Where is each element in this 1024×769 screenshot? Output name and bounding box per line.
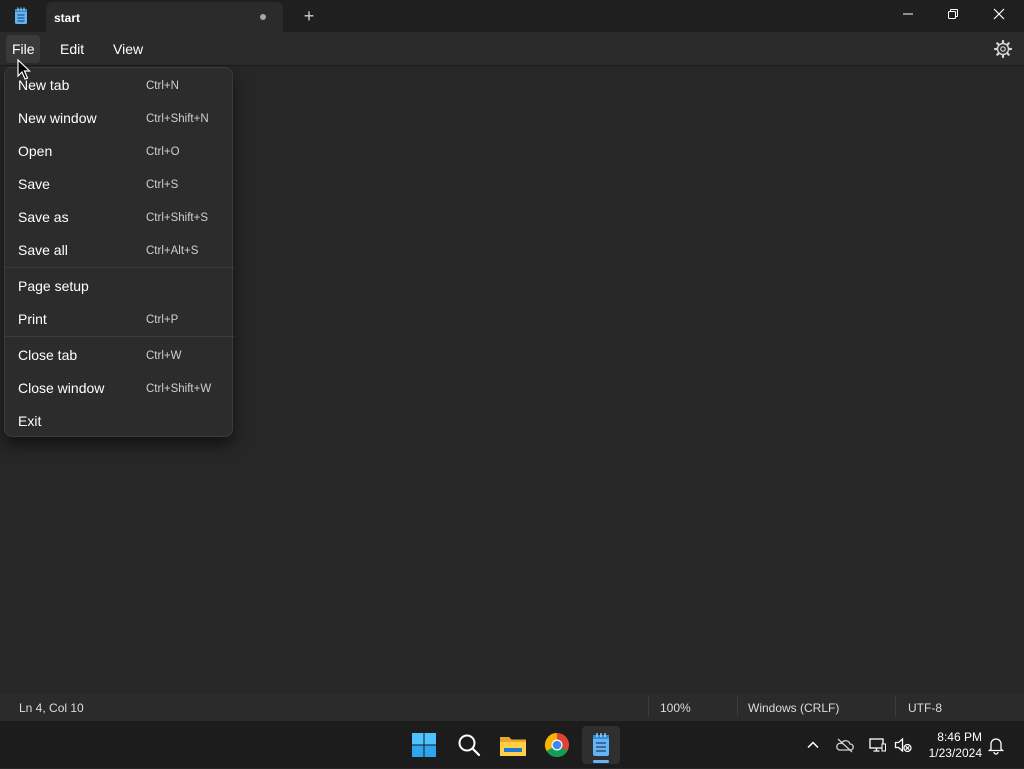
notepad-taskbar-button[interactable] bbox=[582, 726, 620, 764]
menu-item-save[interactable]: Save Ctrl+S bbox=[5, 169, 234, 200]
taskbar: 8:46 PM 1/23/2024 bbox=[0, 720, 1024, 768]
menu-view[interactable]: View bbox=[113, 40, 143, 60]
menu-item-new-window[interactable]: New window Ctrl+Shift+N bbox=[5, 103, 234, 134]
line-ending: Windows (CRLF) bbox=[748, 701, 840, 715]
menu-item-open[interactable]: Open Ctrl+O bbox=[5, 136, 234, 167]
menu-edit[interactable]: Edit bbox=[60, 40, 84, 60]
menu-item-label: Save bbox=[18, 176, 50, 192]
notification-bell-icon[interactable] bbox=[986, 735, 1006, 755]
status-separator bbox=[895, 697, 896, 716]
status-bar: Ln 4, Col 10 100% Windows (CRLF) UTF-8 bbox=[0, 693, 1024, 720]
encoding: UTF-8 bbox=[908, 701, 942, 715]
menu-item-label: Exit bbox=[18, 413, 42, 429]
zoom-level: 100% bbox=[660, 701, 691, 715]
menu-item-label: Print bbox=[18, 311, 47, 327]
chrome-icon bbox=[544, 733, 569, 758]
menu-item-close-tab[interactable]: Close tab Ctrl+W bbox=[5, 340, 234, 371]
menu-item-label: New window bbox=[18, 110, 97, 126]
menu-item-label: Close window bbox=[18, 380, 105, 396]
system-clock[interactable]: 8:46 PM 1/23/2024 bbox=[918, 729, 982, 761]
menu-item-shortcut: Ctrl+W bbox=[146, 350, 182, 362]
minimize-button[interactable] bbox=[885, 0, 931, 30]
network-icon[interactable] bbox=[867, 735, 887, 755]
menu-separator bbox=[5, 336, 234, 337]
menu-separator bbox=[5, 267, 234, 268]
menu-item-label: Open bbox=[18, 143, 53, 159]
menu-item-close-window[interactable]: Close window Ctrl+Shift+W bbox=[5, 373, 234, 404]
menu-item-exit[interactable]: Exit bbox=[5, 406, 234, 437]
menu-item-shortcut: Ctrl+P bbox=[146, 314, 179, 326]
volume-muted-icon[interactable] bbox=[893, 735, 913, 755]
onedrive-offline-icon[interactable] bbox=[835, 735, 855, 755]
close-icon bbox=[993, 8, 1005, 20]
title-bar: start + bbox=[0, 0, 1024, 32]
menu-item-save-as[interactable]: Save as Ctrl+Shift+S bbox=[5, 202, 234, 233]
clock-date: 1/23/2024 bbox=[928, 746, 982, 760]
menu-item-label: Save all bbox=[18, 242, 68, 258]
menu-item-shortcut: Ctrl+N bbox=[146, 80, 179, 92]
restore-icon bbox=[948, 9, 958, 19]
menu-bar: File Edit View bbox=[0, 32, 1024, 66]
restore-button[interactable] bbox=[930, 0, 976, 30]
settings-gear-icon[interactable] bbox=[993, 39, 1013, 59]
menu-item-shortcut: Ctrl+Shift+S bbox=[146, 212, 208, 224]
menu-item-label: Save as bbox=[18, 209, 69, 225]
file-explorer-button[interactable] bbox=[494, 726, 532, 764]
start-button[interactable] bbox=[405, 726, 443, 764]
menu-item-page-setup[interactable]: Page setup bbox=[5, 271, 234, 302]
menu-item-shortcut: Ctrl+S bbox=[146, 179, 179, 191]
tab-start[interactable]: start bbox=[46, 2, 283, 32]
status-separator bbox=[648, 697, 649, 716]
file-dropdown-menu: New tab Ctrl+N New window Ctrl+Shift+N O… bbox=[4, 67, 234, 437]
menu-file[interactable]: File bbox=[12, 40, 35, 60]
menu-item-save-all[interactable]: Save all Ctrl+Alt+S bbox=[5, 235, 234, 266]
menu-item-shortcut: Ctrl+Alt+S bbox=[146, 245, 199, 257]
cursor-position: Ln 4, Col 10 bbox=[19, 701, 84, 715]
clock-time: 8:46 PM bbox=[937, 730, 982, 744]
unsaved-dot-icon[interactable] bbox=[260, 14, 266, 20]
folder-icon bbox=[500, 737, 526, 756]
minimize-icon bbox=[903, 13, 913, 15]
notepad-icon bbox=[593, 733, 609, 756]
menu-item-label: Page setup bbox=[18, 278, 89, 294]
chrome-button[interactable] bbox=[538, 726, 576, 764]
windows-logo-icon bbox=[412, 733, 436, 757]
close-button[interactable] bbox=[976, 0, 1022, 30]
notepad-app-icon bbox=[15, 7, 27, 24]
search-button[interactable] bbox=[450, 726, 488, 764]
mouse-cursor-icon bbox=[17, 59, 31, 80]
search-icon bbox=[458, 734, 481, 757]
chevron-up-icon[interactable] bbox=[803, 735, 823, 755]
status-separator bbox=[737, 697, 738, 716]
new-tab-button[interactable]: + bbox=[299, 4, 319, 28]
menu-item-label: Close tab bbox=[18, 347, 78, 363]
menu-item-new-tab[interactable]: New tab Ctrl+N bbox=[5, 70, 234, 101]
menu-item-shortcut: Ctrl+O bbox=[146, 146, 180, 158]
menu-item-print[interactable]: Print Ctrl+P bbox=[5, 304, 234, 335]
menu-item-shortcut: Ctrl+Shift+N bbox=[146, 113, 209, 125]
active-app-indicator bbox=[593, 760, 609, 763]
menu-item-shortcut: Ctrl+Shift+W bbox=[146, 383, 212, 395]
tab-title: start bbox=[54, 11, 81, 25]
